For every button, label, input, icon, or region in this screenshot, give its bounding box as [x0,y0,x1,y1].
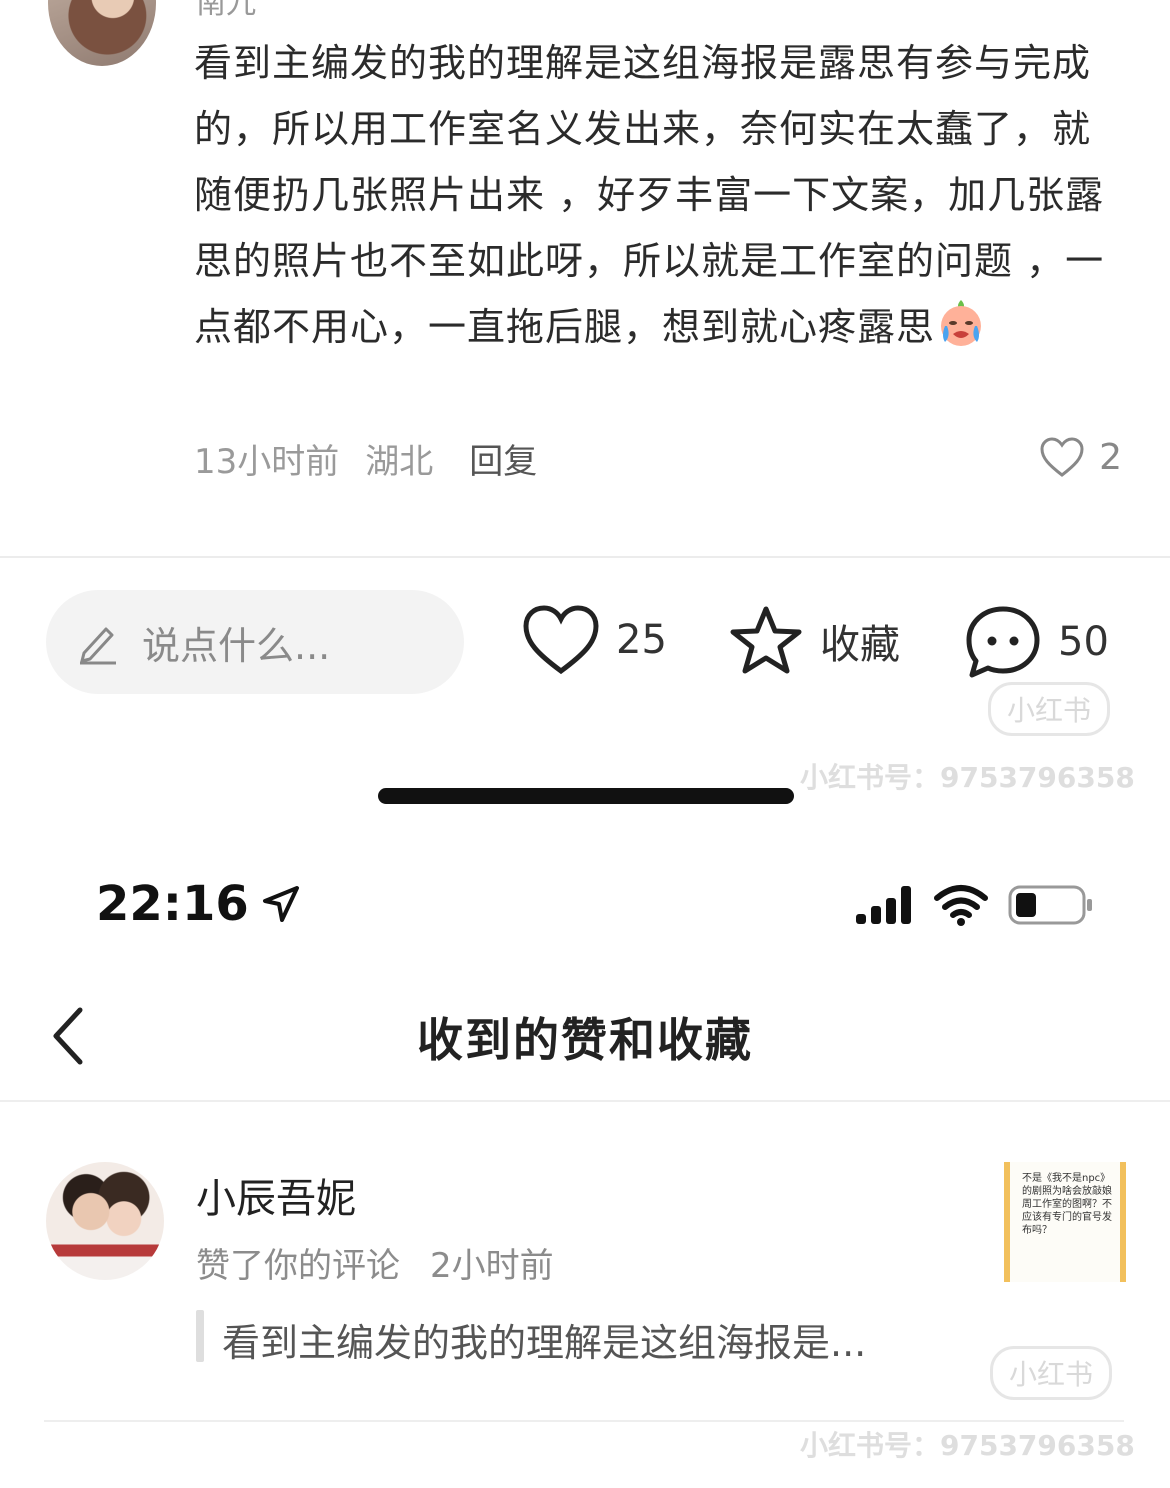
watermark-id: 小红书号：9753796358 [800,761,1135,794]
cellular-signal-icon [856,884,914,930]
favorite-button[interactable]: 收藏 [728,604,900,678]
favorite-label: 收藏 [820,622,900,668]
home-indicator [378,788,794,804]
watermark-id: 小红书号：9753796358 [800,1429,1135,1462]
thumbnail-text: 不是《我不是npc》的剧照为啥会放敲娘周工作室的图啊？不应该有专门的官号发布吗？ [1022,1173,1112,1236]
page-title: 收到的赞和收藏 [417,1013,753,1067]
post-thumbnail[interactable]: 不是《我不是npc》的剧照为啥会放敲娘周工作室的图啊？不应该有专门的官号发布吗？ [1004,1162,1126,1282]
chat-bubble-icon [966,606,1040,678]
notification-subtitle: 赞了你的评论 2小时前 [196,1238,554,1287]
comments-button[interactable]: 50 [964,604,1109,680]
comment-input[interactable]: 说点什么... [46,590,464,694]
like-button[interactable]: 25 [522,604,667,676]
notification-action: 赞了你的评论 [196,1246,400,1286]
divider [44,1420,1124,1422]
comment-meta: 13小时前 湖北 回复 [194,434,537,483]
pencil-icon [80,627,116,665]
status-time: 22:16 [96,876,301,932]
like-count: 25 [616,617,667,663]
battery-icon [1008,884,1094,930]
avatar[interactable] [46,1162,164,1280]
watermark-logo: 小红书 [988,682,1111,736]
status-time-text: 22:16 [96,876,249,932]
divider [0,1100,1170,1102]
quote-bar [196,1310,204,1362]
comment-location: 湖北 [365,442,434,482]
star-icon [730,606,802,674]
reply-button[interactable]: 回复 [469,434,537,483]
comment-count: 50 [1058,619,1109,665]
comment-body: 看到主编发的我的理解是这组海报是露思有参与完成的，所以用工作室名义发出来，奈何实… [194,30,1114,360]
location-arrow-icon [262,886,299,922]
commenter-name[interactable]: 南九 [196,0,256,22]
watermark-logo: 小红书 [990,1346,1113,1400]
notification-time: 2小时前 [430,1246,554,1286]
heart-icon [1040,437,1084,477]
comment-like-count: 2 [1099,436,1122,478]
commenter-avatar[interactable] [48,0,156,66]
quoted-comment[interactable]: 看到主编发的我的理解是这组海报是... [222,1312,866,1367]
input-placeholder: 说点什么... [142,623,331,668]
comment-like-button[interactable]: 2 [1039,436,1122,478]
wifi-icon [934,884,988,930]
notification-user-name[interactable]: 小辰吾妮 [196,1166,356,1224]
divider [0,556,1170,558]
heart-icon [523,605,599,675]
comment-time: 13小时前 [194,442,340,482]
crying-emoji-icon [935,296,987,348]
